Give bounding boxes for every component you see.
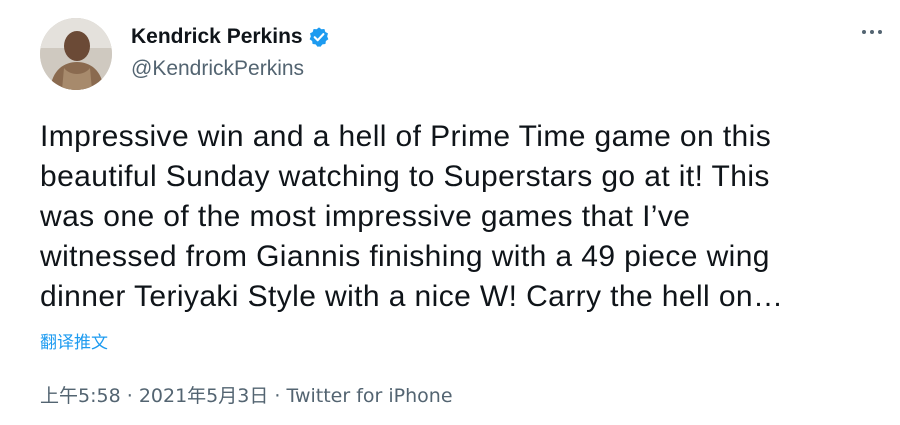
more-dot: [870, 30, 874, 34]
tweet-text-line: witnessed from Giannis finishing with a …: [40, 240, 770, 273]
more-options-icon[interactable]: [862, 30, 882, 34]
tweet-text-line: beautiful Sunday watching to Superstars …: [40, 160, 770, 193]
tweet-card: Kendrick Perkins @KendrickPerkins Impres…: [0, 0, 900, 425]
tweet-text-line: Impressive win and a hell of Prime Time …: [40, 120, 772, 153]
tweet-text: Impressive win and a hell of Prime Time …: [40, 117, 890, 317]
avatar[interactable]: [40, 18, 112, 90]
tweet-time[interactable]: 上午5:58: [40, 385, 121, 407]
more-dot: [878, 30, 882, 34]
tweet-text-line: dinner Teriyaki Style with a nice W! Car…: [40, 280, 784, 313]
tweet-date[interactable]: 2021年5月3日: [139, 385, 269, 407]
user-handle[interactable]: @KendrickPerkins: [131, 56, 304, 82]
tweet-text-line: was one of the most impressive games tha…: [40, 200, 691, 233]
user-name-row: Kendrick Perkins: [131, 24, 330, 50]
verified-badge-icon: [308, 26, 330, 48]
tweet-metadata: 上午5:58 · 2021年5月3日 · Twitter for iPhone: [40, 384, 453, 408]
translate-tweet-link[interactable]: 翻译推文: [40, 332, 108, 354]
meta-separator: ·: [126, 385, 133, 407]
tweet-source-link[interactable]: Twitter for iPhone: [286, 385, 452, 407]
more-dot: [862, 30, 866, 34]
meta-separator: ·: [274, 385, 281, 407]
display-name[interactable]: Kendrick Perkins: [131, 24, 303, 50]
